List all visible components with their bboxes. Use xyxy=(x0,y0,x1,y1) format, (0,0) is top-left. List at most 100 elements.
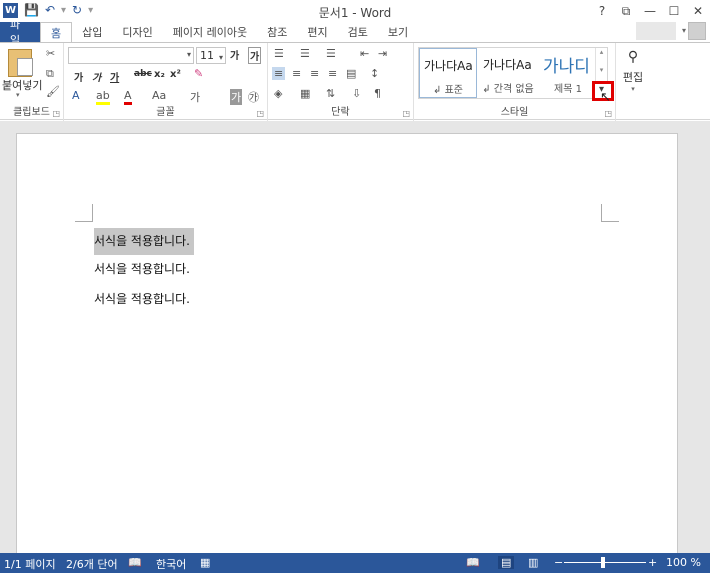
zoom-out-icon[interactable]: − xyxy=(554,556,563,569)
show-marks-icon[interactable]: ¶ xyxy=(374,87,381,100)
maximize-button[interactable]: ☐ xyxy=(662,0,686,22)
tab-review[interactable]: 검토 xyxy=(338,22,378,42)
word-count[interactable]: 2/6개 단어 xyxy=(66,556,118,572)
gallery-down-icon[interactable]: ▾ xyxy=(596,66,607,74)
style-heading-1[interactable]: 가나디 제목 1 xyxy=(539,48,597,98)
borders-icon[interactable]: ▦ xyxy=(300,87,310,100)
styles-launcher-icon[interactable]: ◳ xyxy=(604,109,612,118)
paragraph-3[interactable]: 서식을 적용합니다. xyxy=(94,290,190,307)
text-effects-icon[interactable]: A xyxy=(72,89,80,102)
web-layout-icon[interactable]: ▥ xyxy=(528,556,538,569)
paste-button[interactable]: 붙여넣기 xyxy=(2,77,42,93)
gallery-up-icon[interactable]: ▴ xyxy=(596,48,607,56)
cut-icon[interactable]: ✂ xyxy=(46,47,55,60)
character-shading-icon[interactable]: 가 xyxy=(230,89,243,105)
font-size-dropdown-icon[interactable]: ▾ xyxy=(219,50,223,65)
tab-page-layout[interactable]: 페이지 레이아웃 xyxy=(163,22,257,42)
tab-mailings[interactable]: 편지 xyxy=(297,22,337,42)
style-no-spacing[interactable]: 가나다Aa ↲ 간격 없음 xyxy=(479,48,537,98)
grow-font-button[interactable]: 가 xyxy=(230,47,239,62)
multilevel-list-icon[interactable]: ☰ xyxy=(326,47,336,60)
paragraph-2[interactable]: 서식을 적용합니다. xyxy=(94,260,190,277)
editing-button[interactable]: ⚲ 편집 ▾ xyxy=(620,49,646,93)
justify-icon[interactable]: ≡ xyxy=(328,67,337,80)
paste-dropdown-icon[interactable]: ▾ xyxy=(16,91,20,99)
enclose-characters-icon[interactable]: ㉮ xyxy=(248,89,259,105)
style-heading-1-name: 제목 1 xyxy=(554,84,582,95)
font-launcher-icon[interactable]: ◳ xyxy=(256,109,264,118)
zoom-slider[interactable] xyxy=(564,562,646,563)
paste-icon[interactable] xyxy=(8,49,33,77)
clear-formatting-icon[interactable]: ✎ xyxy=(194,67,203,80)
tab-file[interactable]: 파일 xyxy=(0,18,40,47)
style-normal-name: ↲ 표준 xyxy=(433,85,463,96)
document-page[interactable]: 서식을 적용합니다. 서식을 적용합니다. 서식을 적용합니다. xyxy=(16,133,678,563)
bullets-icon[interactable]: ☰ xyxy=(274,47,284,60)
sort-icon[interactable]: ⇅ xyxy=(326,87,335,100)
increase-indent-icon[interactable]: ⇥ xyxy=(378,47,387,60)
language-indicator[interactable]: 한국어 xyxy=(156,556,186,572)
ribbon-display-options-button[interactable]: ⧉ xyxy=(614,0,638,22)
subscript-button[interactable]: x₂ xyxy=(154,69,165,80)
phonetic-guide-icon[interactable]: 가 xyxy=(190,89,200,105)
tab-references[interactable]: 참조 xyxy=(257,22,297,42)
tab-design[interactable]: 디자인 xyxy=(112,22,162,42)
ribbon-tabs: 파일 홈 삽입 디자인 페이지 레이아웃 참조 편지 검토 보기 xyxy=(0,18,710,47)
close-button[interactable]: ✕ xyxy=(686,0,710,22)
numbering-icon[interactable]: ☰ xyxy=(300,47,310,60)
clipboard-launcher-icon[interactable]: ◳ xyxy=(52,109,60,118)
font-size-combobox[interactable]: 11 ▾ xyxy=(196,47,226,64)
tab-home[interactable]: 홈 xyxy=(40,22,73,43)
highlight-color-icon[interactable]: ab xyxy=(96,89,110,105)
page-count[interactable]: 1/1 페이지 xyxy=(4,556,56,572)
zoom-level[interactable]: 100 % xyxy=(666,556,701,569)
bold-button[interactable]: 가 xyxy=(74,69,83,84)
styles-group-label: 스타일 xyxy=(500,107,529,118)
format-painter-icon[interactable]: 🖌 xyxy=(46,85,60,98)
change-case-button[interactable]: Aa xyxy=(152,89,166,102)
shading-icon[interactable]: ◈ xyxy=(274,87,282,100)
distributed-icon[interactable]: ▤ xyxy=(346,67,356,80)
align-left-icon[interactable]: ≡ xyxy=(272,67,286,80)
paragraph-1-selected[interactable]: 서식을 적용합니다. xyxy=(94,228,194,255)
account-dropdown-icon[interactable]: ▾ xyxy=(682,26,686,35)
underline-button[interactable]: 가 xyxy=(110,69,119,84)
print-layout-icon[interactable]: ▤ xyxy=(498,556,515,569)
font-size-value: 11 xyxy=(200,49,214,62)
paragraph-launcher-icon[interactable]: ◳ xyxy=(402,109,410,118)
window-controls: ? ⧉ — ☐ ✕ xyxy=(590,0,710,22)
tab-view[interactable]: 보기 xyxy=(378,22,418,42)
crop-mark-top-left xyxy=(75,204,93,222)
line-spacing-icon[interactable]: ↕ xyxy=(370,67,379,80)
zoom-slider-thumb[interactable] xyxy=(601,557,605,568)
decrease-indent-icon[interactable]: ⇤ xyxy=(360,47,369,60)
status-bar: 1/1 페이지 2/6개 단어 📖 한국어 ▦ 📖 ▤ ▥ − + 100 % xyxy=(0,553,710,573)
paragraph-group-label: 단락 xyxy=(331,107,350,118)
asian-layout-icon[interactable]: ⇩ xyxy=(352,87,361,100)
editing-label: 편집 xyxy=(622,71,644,84)
read-mode-icon[interactable]: 📖 xyxy=(466,556,480,569)
tab-insert[interactable]: 삽입 xyxy=(72,22,112,42)
copy-icon[interactable]: ⧉ xyxy=(46,67,54,81)
proofing-icon[interactable]: 📖 xyxy=(128,556,142,569)
font-color-icon[interactable]: A xyxy=(124,89,132,105)
shrink-font-button[interactable]: 가 xyxy=(248,47,262,64)
superscript-button[interactable]: x² xyxy=(170,69,181,80)
zoom-in-icon[interactable]: + xyxy=(648,556,657,569)
avatar[interactable] xyxy=(688,22,706,40)
font-name-dropdown-icon[interactable]: ▾ xyxy=(187,50,191,59)
align-center-icon[interactable]: ≡ xyxy=(292,67,301,80)
macro-recording-icon[interactable]: ▦ xyxy=(200,556,210,569)
style-normal[interactable]: 가나다Aa ↲ 표준 xyxy=(419,48,477,98)
style-no-spacing-name: ↲ 간격 없음 xyxy=(482,84,534,95)
binoculars-icon: ⚲ xyxy=(627,49,639,65)
italic-button[interactable]: 가 xyxy=(92,69,101,84)
account-name[interactable] xyxy=(636,22,676,40)
align-right-icon[interactable]: ≡ xyxy=(310,67,319,80)
strikethrough-button[interactable]: abc xyxy=(134,69,152,79)
paragraph-group: 단락 ◳ xyxy=(268,43,414,121)
minimize-button[interactable]: — xyxy=(638,0,662,22)
font-name-combobox[interactable]: ▾ xyxy=(68,47,194,64)
mouse-cursor-icon: ↖ xyxy=(600,90,611,105)
help-button[interactable]: ? xyxy=(590,0,614,22)
